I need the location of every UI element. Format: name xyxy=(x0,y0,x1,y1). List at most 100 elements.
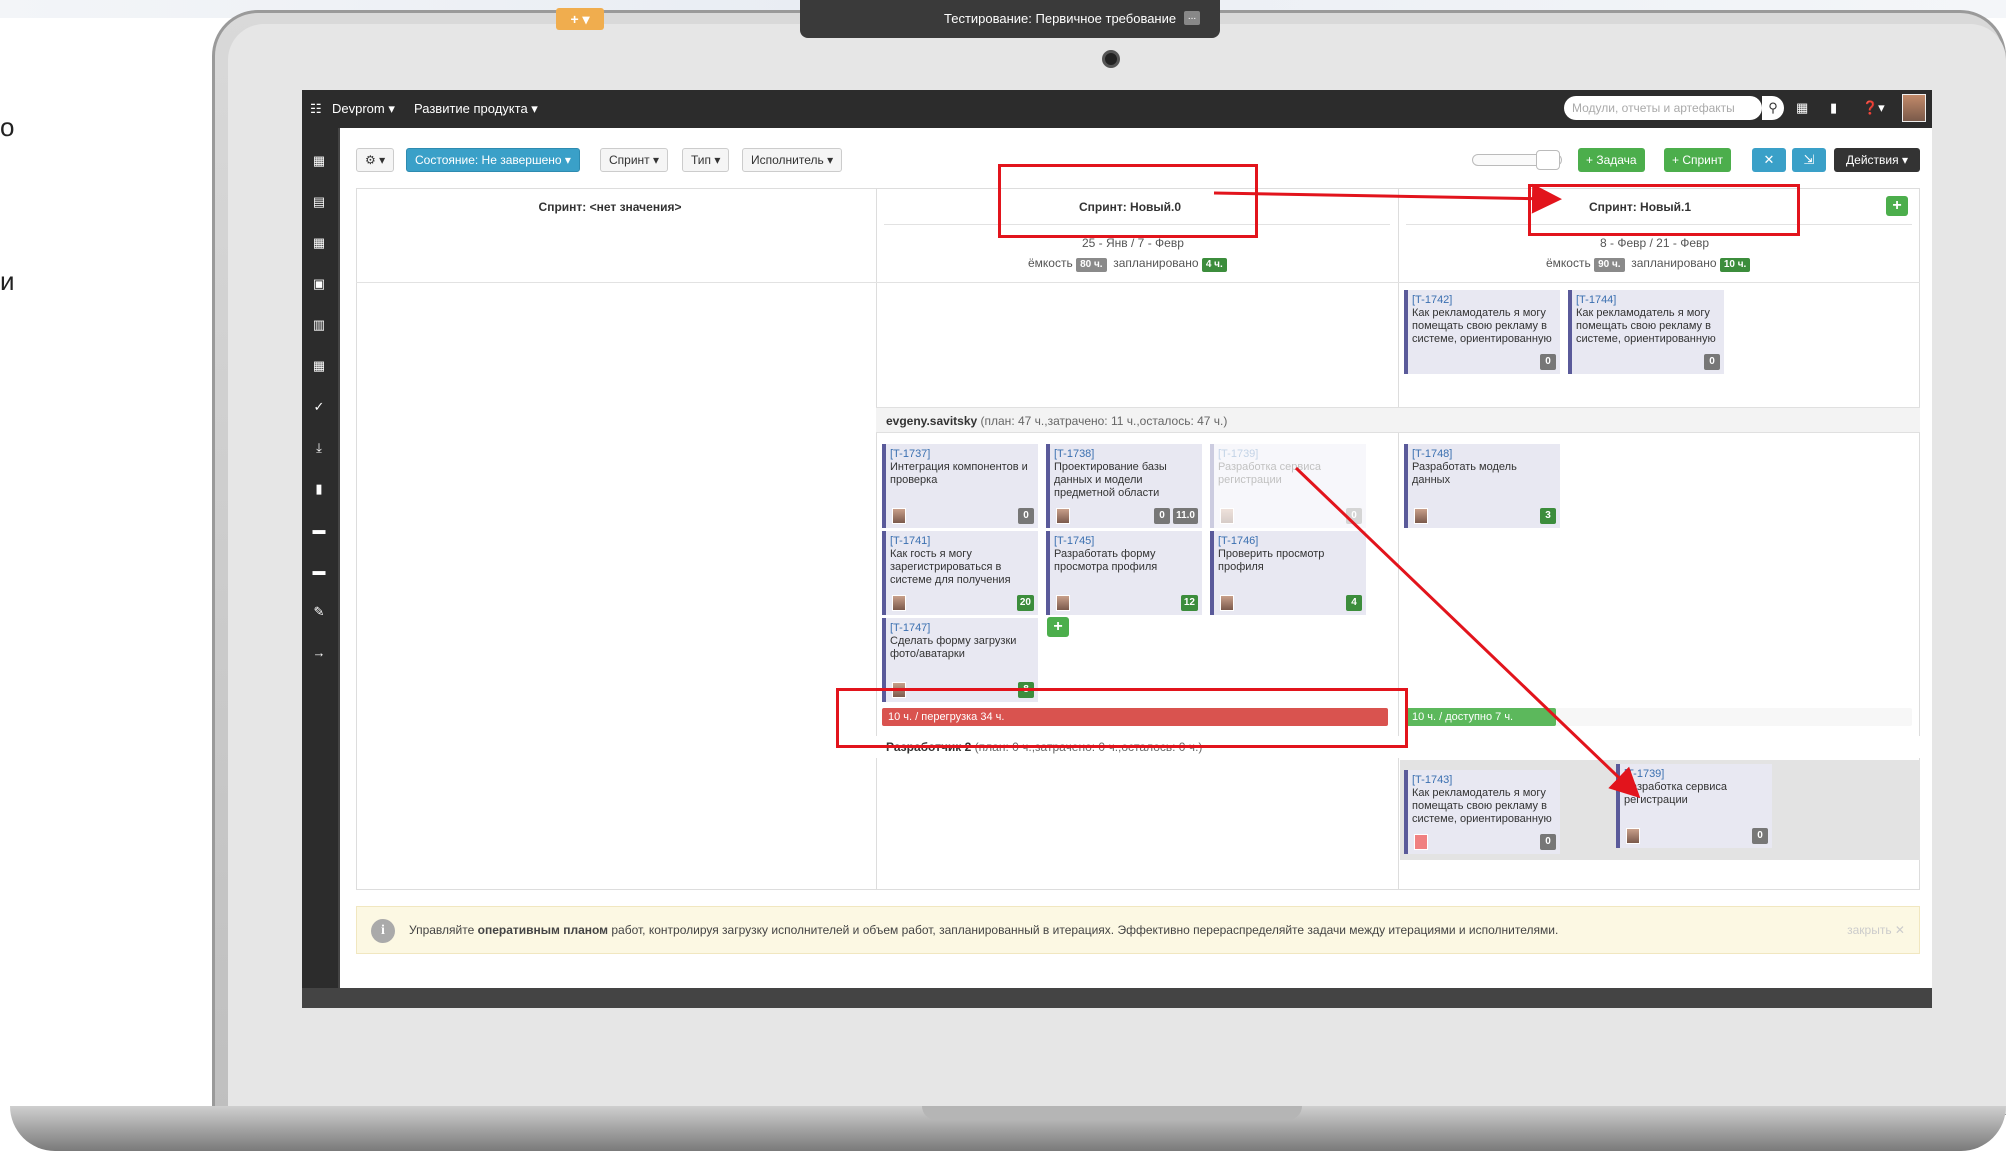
task-title: Проектирование базы данных и модели пред… xyxy=(1054,461,1167,499)
apps-icon[interactable]: ▦ xyxy=(1796,100,1808,116)
add-task-icon[interactable]: + xyxy=(1047,617,1069,637)
task-id[interactable]: [T-1746] xyxy=(1218,535,1362,548)
screen-bottom xyxy=(302,988,1932,1008)
task-card[interactable]: [T-1748] Разработать модель данных 3 xyxy=(1404,444,1560,528)
task-title: Сделать форму загрузки фото/аватарки xyxy=(890,635,1017,660)
dashboard-icon[interactable]: ▦ xyxy=(310,152,328,170)
task-card[interactable]: [T-1737] Интеграция компонентов и провер… xyxy=(882,444,1038,528)
export-icon[interactable]: ⇲ xyxy=(1792,148,1826,172)
task-card[interactable]: [T-1744] Как рекламодатель я могу помеща… xyxy=(1568,290,1724,374)
annotation-box-sprint0 xyxy=(998,164,1258,238)
assignee-filter[interactable]: Исполнитель ▾ xyxy=(742,148,843,172)
title-more-button[interactable]: ... xyxy=(1184,11,1200,25)
sprint0-stats: ёмкость 80 ч. запланировано 4 ч. xyxy=(1028,256,1227,272)
task-id[interactable]: [T-1739] xyxy=(1218,448,1362,461)
side-text-1: о xyxy=(0,112,15,142)
task-id[interactable]: [T-1739] xyxy=(1624,768,1768,781)
task-title: Как рекламодатель я могу помещать свою р… xyxy=(1412,787,1552,825)
task-id[interactable]: [T-1737] xyxy=(890,448,1034,461)
assignee-stats: (план: 47 ч.,затрачено: 11 ч.,осталось: … xyxy=(980,414,1228,428)
task-card[interactable]: [T-1738] Проектирование базы данных и мо… xyxy=(1046,444,1202,528)
settings-dropdown[interactable]: ⚙ ▾ xyxy=(356,148,395,172)
section-menu[interactable]: Развитие продукта ▾ xyxy=(414,101,538,117)
board-icon[interactable]: ▦ xyxy=(310,234,328,252)
sprint-filter[interactable]: Спринт ▾ xyxy=(600,148,669,172)
add-sprint-button[interactable]: + Спринт xyxy=(1664,148,1732,172)
user-avatar[interactable] xyxy=(1902,94,1926,122)
assignee-row-header: evgeny.savitsky (план: 47 ч.,затрачено: … xyxy=(876,407,1920,433)
calculator-icon[interactable]: ▥ xyxy=(310,316,328,334)
info-text: Управляйте оперативным планом работ, кон… xyxy=(409,923,1558,937)
task-id[interactable]: [T-1741] xyxy=(890,535,1034,548)
type-filter[interactable]: Тип ▾ xyxy=(682,148,730,172)
document-icon[interactable]: ▮ xyxy=(1830,100,1837,116)
planned-badge: 4 ч. xyxy=(1201,258,1227,272)
zoom-slider-knob[interactable] xyxy=(1536,150,1560,170)
check-icon[interactable]: ✓ xyxy=(310,398,328,416)
task-card[interactable]: [T-1739] Разработка сервиса регистрации … xyxy=(1616,764,1772,848)
task-id[interactable]: [T-1744] xyxy=(1576,294,1720,307)
task-title: Разработка сервиса регистрации xyxy=(1624,781,1728,806)
task-title: Как рекламодатель я могу помещать свою р… xyxy=(1412,307,1552,345)
briefcase-icon[interactable]: ▬ xyxy=(310,562,328,580)
sprint1-dates: 8 - Февр / 21 - Февр xyxy=(1600,236,1710,250)
task-title: Разработать модель данных xyxy=(1412,461,1517,486)
search-input[interactable]: Модули, отчеты и артефакты xyxy=(1564,96,1762,120)
task-title: Разработка сервиса регистрации xyxy=(1218,461,1322,486)
task-id[interactable]: [T-1738] xyxy=(1054,448,1198,461)
task-card[interactable]: [T-1745] Разработать форму просмотра про… xyxy=(1046,531,1202,615)
task-estimate: 0 xyxy=(1018,508,1034,524)
state-filter[interactable]: Состояние: Не завершено ▾ xyxy=(406,148,580,172)
task-estimate: 0 xyxy=(1346,508,1362,524)
assignee-avatar xyxy=(1414,834,1428,850)
task-card[interactable]: [T-1743] Как рекламодатель я могу помеща… xyxy=(1404,770,1560,854)
table-icon[interactable]: ▦ xyxy=(310,357,328,375)
quick-add-button[interactable]: + ▾ xyxy=(556,8,604,30)
info-prefix: Управляйте xyxy=(409,923,478,937)
task-id[interactable]: [T-1748] xyxy=(1412,448,1556,461)
task-card[interactable]: [T-1742] Как рекламодатель я могу помеща… xyxy=(1404,290,1560,374)
task-estimate: 4 xyxy=(1346,595,1362,611)
arrow-right-icon[interactable]: → xyxy=(310,644,328,662)
task-id[interactable]: [T-1743] xyxy=(1412,774,1556,787)
capacity-badge: 90 ч. xyxy=(1594,258,1625,272)
close-banner-button[interactable]: закрыть ✕ xyxy=(1847,923,1905,937)
task-card-ghost[interactable]: [T-1739] Разработка сервиса регистрации … xyxy=(1210,444,1366,528)
task-id[interactable]: [T-1747] xyxy=(890,622,1034,635)
assignee-avatar xyxy=(1626,828,1640,844)
grid-menu-icon[interactable]: ☷ xyxy=(310,101,322,117)
task-id[interactable]: [T-1745] xyxy=(1054,535,1198,548)
planned-badge: 10 ч. xyxy=(1719,258,1751,272)
task-title: Интеграция компонентов и проверка xyxy=(890,461,1028,486)
book-icon[interactable]: ▮ xyxy=(310,480,328,498)
planned-label: запланировано xyxy=(1631,256,1717,270)
list-icon[interactable]: ▤ xyxy=(310,193,328,211)
wrench-icon[interactable]: ✎ xyxy=(310,603,328,621)
assignee-avatar xyxy=(892,508,906,524)
task-estimate: 0 xyxy=(1154,508,1171,524)
download-icon[interactable]: ⤓ xyxy=(310,439,328,457)
add-column-button[interactable]: + xyxy=(1886,196,1908,216)
collapse-icon[interactable]: ✕ xyxy=(1752,148,1786,172)
task-card[interactable]: [T-1741] Как гость я могу зарегистрирова… xyxy=(882,531,1038,615)
image-icon[interactable]: ▣ xyxy=(310,275,328,293)
task-title: Разработать форму просмотра профиля xyxy=(1054,548,1158,573)
header-bottom-rule xyxy=(356,282,1920,283)
assignee-avatar xyxy=(1220,508,1234,524)
info-rest: работ, контролируя загрузку исполнителей… xyxy=(608,923,1559,937)
annotation-box-sprint1 xyxy=(1528,184,1800,236)
task-card[interactable]: [T-1746] Проверить просмотр профиля 4 xyxy=(1210,531,1366,615)
help-icon[interactable]: ❓▾ xyxy=(1862,100,1885,116)
column-divider xyxy=(876,188,877,890)
actions-menu[interactable]: Действия ▾ xyxy=(1834,148,1920,172)
task-id[interactable]: [T-1742] xyxy=(1412,294,1556,307)
task-estimate: 0 xyxy=(1752,828,1768,844)
project-menu[interactable]: Devprom ▾ xyxy=(332,101,395,117)
task-estimate: 0 xyxy=(1704,354,1720,370)
task-estimate: 0 xyxy=(1540,354,1556,370)
planned-label: запланировано xyxy=(1113,256,1199,270)
add-task-button[interactable]: + Задача xyxy=(1578,148,1645,172)
assignee-avatar xyxy=(1056,595,1070,611)
chat-icon[interactable]: ▬ xyxy=(310,521,328,539)
info-icon: i xyxy=(371,919,395,943)
